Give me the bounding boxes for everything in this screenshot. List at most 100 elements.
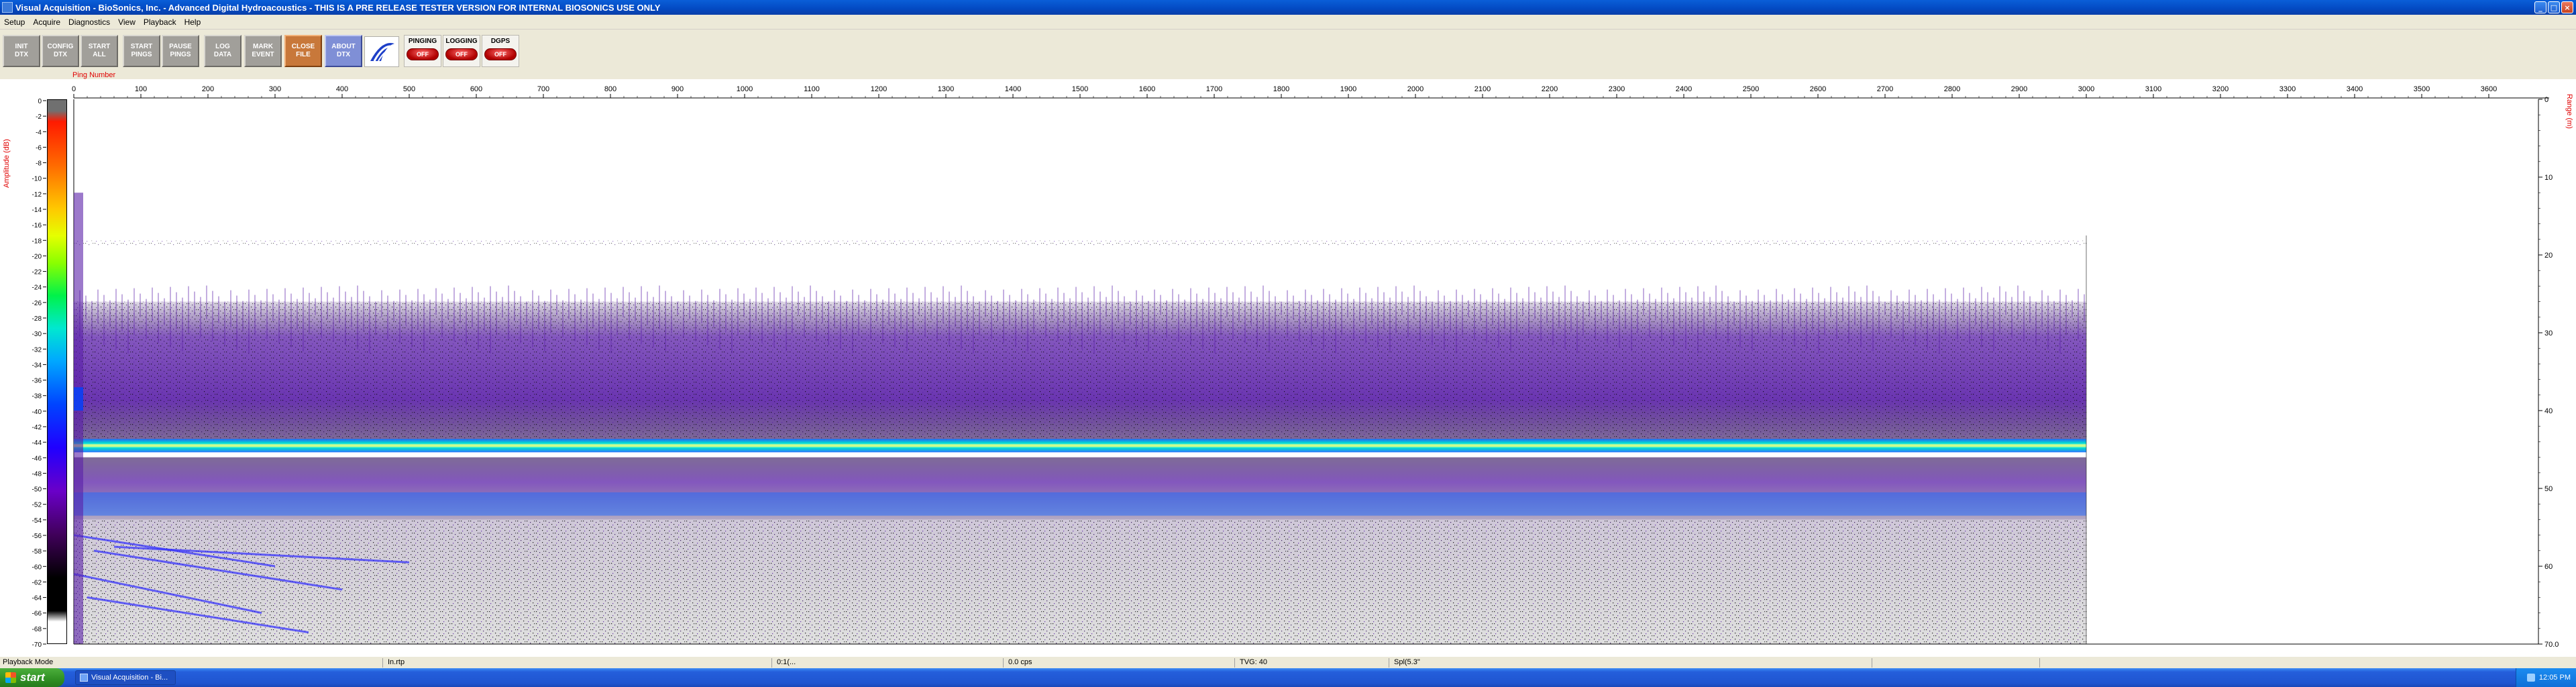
start-pings-button[interactable]: START PINGS xyxy=(123,35,160,67)
close-icon[interactable]: × xyxy=(2561,1,2573,13)
amplitude-tick-label: -36 xyxy=(32,378,42,385)
amplitude-tick-label: -64 xyxy=(32,595,42,602)
taskbar: start Visual Acquisition - Bi... 12:05 P… xyxy=(0,668,2576,687)
range-tick-label: 50 xyxy=(2544,485,2553,493)
status-file: In.rtp xyxy=(388,658,405,666)
ping-tick-label: 3200 xyxy=(2212,85,2229,93)
amplitude-tick-label: -68 xyxy=(32,626,42,633)
pinging-status-badge: OFF xyxy=(407,48,439,60)
ping-tick-label: 1400 xyxy=(1005,85,1021,93)
ping-tick-label: 1300 xyxy=(938,85,954,93)
menu-diagnostics[interactable]: Diagnostics xyxy=(64,17,114,27)
ping-tick-label: 2200 xyxy=(1542,85,1558,93)
window-controls: _ □ × xyxy=(2534,1,2573,13)
amplitude-tick-label: -38 xyxy=(32,393,42,401)
app-window: Visual Acquisition - BioSonics, Inc. - A… xyxy=(0,0,2576,687)
ping-tick-label: 1800 xyxy=(1273,85,1289,93)
menu-playback[interactable]: Playback xyxy=(140,17,180,27)
menu-acquire[interactable]: Acquire xyxy=(29,17,64,27)
app-icon xyxy=(2,2,13,13)
ping-tick-label: 2600 xyxy=(1810,85,1826,93)
ringdown-highlight xyxy=(74,387,83,411)
pinging-indicator: PINGING OFF xyxy=(404,35,441,67)
amplitude-tick-label: -44 xyxy=(32,439,42,447)
log-data-button[interactable]: LOG DATA xyxy=(204,35,241,67)
range-tick-label: 30 xyxy=(2544,329,2553,337)
init-dtx-button[interactable]: INIT DTX xyxy=(3,35,40,67)
amplitude-tick-label: -6 xyxy=(36,144,42,152)
ping-tick-label: 3100 xyxy=(2145,85,2161,93)
network-icon[interactable] xyxy=(2526,674,2535,682)
amplitude-tick-label: -14 xyxy=(32,207,42,214)
amplitude-tick-label: -4 xyxy=(36,129,42,136)
range-tick-label: 70.0 xyxy=(2544,641,2559,649)
ping-tick-label: 2700 xyxy=(1877,85,1893,93)
amplitude-tick-label: -10 xyxy=(32,176,42,183)
ping-tick-label: 2100 xyxy=(1474,85,1491,93)
amplitude-tick-label: -16 xyxy=(32,222,42,229)
start-all-button[interactable]: START ALL xyxy=(80,35,118,67)
amplitude-tick-label: -2 xyxy=(36,113,42,121)
amplitude-tick-label: -30 xyxy=(32,331,42,338)
menu-view[interactable]: View xyxy=(114,17,140,27)
amplitude-tick-label: -58 xyxy=(32,548,42,556)
ringdown-column xyxy=(74,193,83,644)
amplitude-tick-label: -70 xyxy=(32,641,42,649)
amplitude-tick-label: -54 xyxy=(32,517,42,525)
ping-tick-label: 2500 xyxy=(1743,85,1759,93)
amplitude-tick-label: -26 xyxy=(32,300,42,307)
ping-tick-label: 3300 xyxy=(2279,85,2296,93)
start-button[interactable]: start xyxy=(0,668,64,687)
status-time: 0:1(... xyxy=(777,658,796,666)
maximize-icon[interactable]: □ xyxy=(2548,1,2560,13)
amplitude-tick-label: -18 xyxy=(32,237,42,245)
surface-echo-band xyxy=(74,240,2086,246)
about-dtx-button[interactable]: ABOUT DTX xyxy=(325,35,362,67)
range-tick-label: 40 xyxy=(2544,407,2553,415)
windows-logo-icon xyxy=(5,672,16,683)
amplitude-tick-label: 0 xyxy=(38,98,42,105)
mark-event-button[interactable]: MARK EVENT xyxy=(244,35,282,67)
ping-tick-label: 1500 xyxy=(1072,85,1088,93)
range-tick-label: 20 xyxy=(2544,252,2553,260)
clock: 12:05 PM xyxy=(2538,674,2571,682)
amplitude-tick-label: -22 xyxy=(32,269,42,276)
bottom-echo-core xyxy=(74,444,2086,447)
ping-tick-label: 100 xyxy=(135,85,147,93)
system-tray: 12:05 PM xyxy=(2516,668,2576,687)
ping-tick-label: 1900 xyxy=(1340,85,1356,93)
amplitude-tick-label: -24 xyxy=(32,284,42,292)
ping-tick-label: 1000 xyxy=(737,85,753,93)
menu-setup[interactable]: Setup xyxy=(0,17,29,27)
ping-tick-label: 900 xyxy=(672,85,684,93)
echogram-plot[interactable]: 0 100 200 300 400 500 600 700 800 900 1000 1100 1200… xyxy=(0,79,2576,656)
ping-tick-label: 2800 xyxy=(1944,85,1960,93)
minimize-icon[interactable]: _ xyxy=(2534,1,2546,13)
status-bar: Playback Mode In.rtp 0:1(... 0.0 cps TVG… xyxy=(0,656,2576,668)
pause-pings-button[interactable]: PAUSE PINGS xyxy=(162,35,199,67)
range-tick-label: 60 xyxy=(2544,563,2553,571)
status-mode: Playback Mode xyxy=(3,658,54,666)
amplitude-tick-label: -32 xyxy=(32,346,42,354)
ping-tick-label: 700 xyxy=(537,85,549,93)
close-file-button[interactable]: CLOSE FILE xyxy=(284,35,322,67)
ping-tick-label: 3000 xyxy=(2078,85,2094,93)
amplitude-tick-label: -60 xyxy=(32,564,42,571)
title-bar: Visual Acquisition - BioSonics, Inc. - A… xyxy=(0,0,2576,15)
menu-help[interactable]: Help xyxy=(180,17,205,27)
toolbar: INIT DTX CONFIG DTX START ALL START PINGS PA… xyxy=(0,31,2576,71)
logging-indicator: LOGGING OFF xyxy=(443,35,480,67)
ping-tick-label: 800 xyxy=(604,85,616,93)
config-dtx-button[interactable]: CONFIG DTX xyxy=(42,35,79,67)
amplitude-tick-label: -50 xyxy=(32,486,42,494)
status-spl: Spl(5.3" xyxy=(1394,658,1420,666)
amplitude-tick-label: -48 xyxy=(32,470,42,478)
amplitude-tick-label: -56 xyxy=(32,533,42,540)
sub-bottom-layer xyxy=(74,492,2086,516)
ping-tick-label: 0 xyxy=(72,85,76,93)
taskbar-item-visual-acquisition[interactable]: Visual Acquisition - Bi... xyxy=(75,670,176,685)
amplitude-tick-label: -42 xyxy=(32,424,42,431)
ping-tick-label: 2000 xyxy=(1407,85,1424,93)
range-tick-label: 0 xyxy=(2544,96,2548,104)
amplitude-tick-label: -12 xyxy=(32,191,42,199)
